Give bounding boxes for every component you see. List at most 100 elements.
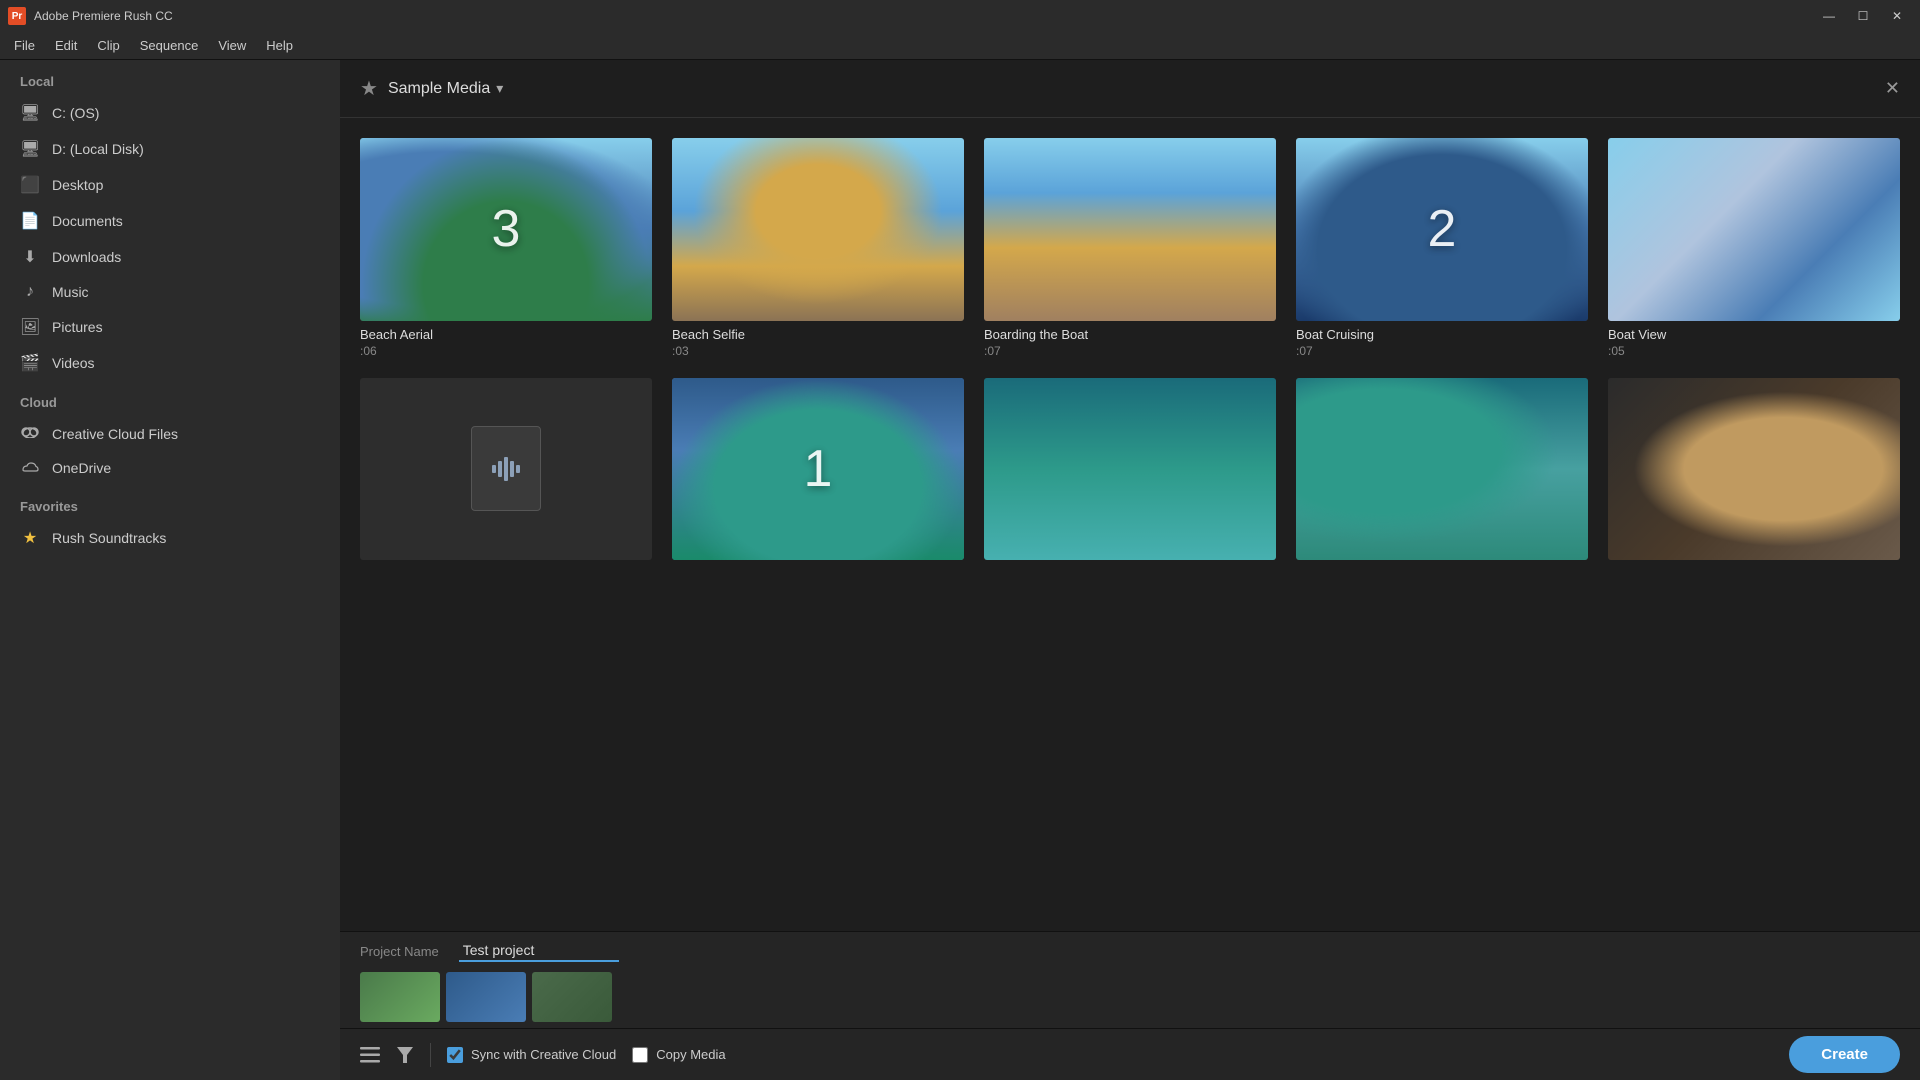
audio-waveform-icon xyxy=(488,451,524,487)
sidebar-item-downloads[interactable]: ⬇ Downloads xyxy=(0,239,340,275)
media-thumb-boat-view xyxy=(1608,138,1900,321)
copy-media-label[interactable]: Copy Media xyxy=(632,1047,725,1063)
sidebar-documents-label: Documents xyxy=(52,213,123,229)
media-thumb-underwater xyxy=(984,378,1276,561)
timeline-clip-3[interactable] xyxy=(532,972,612,1022)
stack-count-boat-island: 1 xyxy=(804,439,833,499)
document-icon: 📄 xyxy=(20,211,40,231)
sidebar-desktop-label: Desktop xyxy=(52,177,103,193)
sidebar-item-videos[interactable]: 🎬 Videos xyxy=(0,345,340,381)
project-name-input[interactable] xyxy=(459,940,619,962)
footer-toolbar: Sync with Creative Cloud Copy Media Crea… xyxy=(340,1028,1920,1080)
media-thumb-boarding-boat xyxy=(984,138,1276,321)
media-thumb-beach-selfie xyxy=(672,138,964,321)
sidebar-item-rush-soundtracks[interactable]: ★ Rush Soundtracks xyxy=(0,520,340,556)
timeline-clip-2[interactable] xyxy=(446,972,526,1022)
media-thumb-boat-cruising: 2 xyxy=(1296,138,1588,321)
sidebar-pictures-label: Pictures xyxy=(52,319,103,335)
main-layout: Local 🖥 C: (OS) 🖥 D: (Local Disk) ⬛ Desk… xyxy=(0,60,1920,1080)
window-controls: — ☐ ✕ xyxy=(1814,2,1912,30)
copy-media-checkbox[interactable] xyxy=(632,1047,648,1063)
timeline-clip-1[interactable] xyxy=(360,972,440,1022)
sidebar-d-label: D: (Local Disk) xyxy=(52,141,144,157)
media-thumb-beach-aerial: 3 xyxy=(360,138,652,321)
monitor-icon: 🖥 xyxy=(20,103,40,123)
sidebar-item-pictures[interactable]: 🖼 Pictures xyxy=(0,309,340,345)
media-title-boat-cruising: Boat Cruising xyxy=(1296,327,1588,342)
media-item-selfie-outdoor[interactable] xyxy=(1608,378,1900,569)
sidebar-item-onedrive[interactable]: OneDrive xyxy=(0,451,340,485)
media-thumb-boat-island: 1 xyxy=(672,378,964,561)
sync-cloud-text: Sync with Creative Cloud xyxy=(471,1047,616,1062)
minimize-button[interactable]: — xyxy=(1814,2,1844,30)
sidebar-cc-label: Creative Cloud Files xyxy=(52,426,178,442)
media-item-boat-cruising[interactable]: 2 Boat Cruising :07 xyxy=(1296,138,1588,358)
media-dropdown-button[interactable]: ▾ xyxy=(496,80,503,97)
menu-clip[interactable]: Clip xyxy=(87,34,129,57)
sync-cloud-checkbox[interactable] xyxy=(447,1047,463,1063)
app-icon: Pr xyxy=(8,7,26,25)
menubar: File Edit Clip Sequence View Help xyxy=(0,32,1920,60)
sidebar-downloads-label: Downloads xyxy=(52,249,121,265)
sync-cloud-label[interactable]: Sync with Creative Cloud xyxy=(447,1047,616,1063)
media-title-boarding-boat: Boarding the Boat xyxy=(984,327,1276,342)
sidebar-c-os-label: C: (OS) xyxy=(52,105,99,121)
media-duration-beach-aerial: :06 xyxy=(360,344,652,358)
sidebar-cloud-label: Cloud xyxy=(0,381,340,416)
sidebar-item-music[interactable]: ♪ Music xyxy=(0,275,340,309)
content-area: ★ Sample Media ▾ ✕ 3 Beach Aerial :06 xyxy=(340,60,1920,1080)
favorite-star-icon[interactable]: ★ xyxy=(360,76,378,101)
sidebar-item-creative-cloud[interactable]: Creative Cloud Files xyxy=(0,416,340,451)
media-title-beach-selfie: Beach Selfie xyxy=(672,327,964,342)
music-icon: ♪ xyxy=(20,283,40,301)
videos-icon: 🎬 xyxy=(20,353,40,373)
media-title-boat-view: Boat View xyxy=(1608,327,1900,342)
creative-cloud-icon xyxy=(20,424,40,443)
media-thumb-boat-sailing xyxy=(1296,378,1588,561)
onedrive-icon xyxy=(20,459,40,477)
media-duration-beach-selfie: :03 xyxy=(672,344,964,358)
media-thumb-audio xyxy=(360,378,652,561)
hamburger-menu-button[interactable] xyxy=(360,1047,380,1063)
sidebar-item-documents[interactable]: 📄 Documents xyxy=(0,203,340,239)
media-duration-boat-view: :05 xyxy=(1608,344,1900,358)
media-item-boat-island[interactable]: 1 xyxy=(672,378,964,569)
desktop-icon: ⬛ xyxy=(20,175,40,195)
sidebar-item-c-os[interactable]: 🖥 C: (OS) xyxy=(0,95,340,131)
close-button[interactable]: ✕ xyxy=(1882,2,1912,30)
maximize-button[interactable]: ☐ xyxy=(1848,2,1878,30)
project-bar: Project Name xyxy=(340,931,1920,1028)
titlebar: Pr Adobe Premiere Rush CC — ☐ ✕ xyxy=(0,0,1920,32)
pictures-icon: 🖼 xyxy=(20,317,40,337)
sidebar-videos-label: Videos xyxy=(52,355,95,371)
media-item-beach-aerial[interactable]: 3 Beach Aerial :06 xyxy=(360,138,652,358)
sidebar-rush-label: Rush Soundtracks xyxy=(52,530,166,546)
sidebar-item-desktop[interactable]: ⬛ Desktop xyxy=(0,167,340,203)
media-item-boat-view[interactable]: Boat View :05 xyxy=(1608,138,1900,358)
menu-file[interactable]: File xyxy=(4,34,45,57)
menu-edit[interactable]: Edit xyxy=(45,34,87,57)
media-item-beach-selfie[interactable]: Beach Selfie :03 xyxy=(672,138,964,358)
download-icon: ⬇ xyxy=(20,247,40,267)
media-item-underwater[interactable] xyxy=(984,378,1276,569)
media-thumb-selfie-outdoor xyxy=(1608,378,1900,561)
stack-count-boat-cruising: 2 xyxy=(1428,199,1457,259)
media-title-beach-aerial: Beach Aerial xyxy=(360,327,652,342)
app-icon-label: Pr xyxy=(12,11,23,22)
create-button[interactable]: Create xyxy=(1789,1036,1900,1073)
footer-divider xyxy=(430,1043,431,1067)
sidebar-music-label: Music xyxy=(52,284,89,300)
audio-file-icon xyxy=(471,426,541,511)
menu-view[interactable]: View xyxy=(208,34,256,57)
menu-sequence[interactable]: Sequence xyxy=(130,34,209,57)
menu-help[interactable]: Help xyxy=(256,34,303,57)
media-item-boarding-boat[interactable]: Boarding the Boat :07 xyxy=(984,138,1276,358)
sidebar-item-d-local[interactable]: 🖥 D: (Local Disk) xyxy=(0,131,340,167)
media-browser-close[interactable]: ✕ xyxy=(1885,78,1900,99)
monitor-icon-2: 🖥 xyxy=(20,139,40,159)
project-name-row: Project Name xyxy=(360,932,1900,966)
media-browser-header: ★ Sample Media ▾ ✕ xyxy=(340,60,1920,118)
filter-button[interactable] xyxy=(396,1046,414,1064)
media-item-audio[interactable] xyxy=(360,378,652,569)
media-item-boat-sailing[interactable] xyxy=(1296,378,1588,569)
